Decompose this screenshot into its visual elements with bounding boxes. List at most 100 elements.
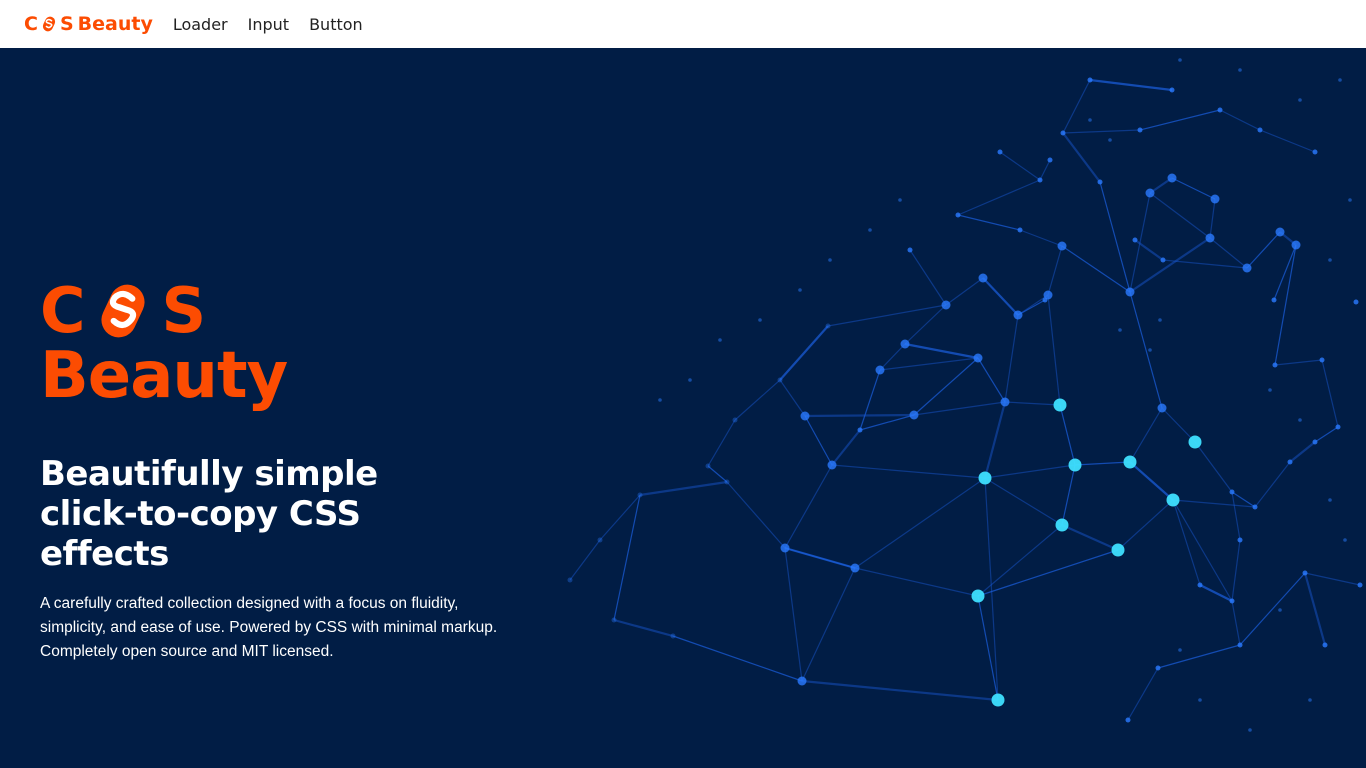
network-node [705,463,711,469]
network-dot [798,288,802,292]
network-edge [999,151,1041,181]
network-edge [913,401,1006,416]
network-node [1242,263,1252,273]
network-edge [957,179,1041,216]
network-node [825,323,831,329]
network-dot [1343,538,1347,542]
network-dot [1308,698,1312,702]
network-edge [977,357,1006,403]
network-edge [1231,539,1241,602]
network-dot [1088,118,1092,122]
network-edge [1149,192,1211,239]
network-edge [1304,572,1361,586]
network-node [1217,107,1223,113]
hero-title: Beautifully simple click-to-copy CSS eff… [40,454,500,574]
network-edge [784,546,856,570]
network-edge [801,679,999,702]
network-edge [779,379,806,417]
network-edge [1289,441,1316,463]
svelte-logo-icon [92,280,154,342]
network-edge [707,465,728,483]
network-node [724,479,730,485]
network-node [1125,717,1131,723]
network-edge [1061,523,1119,552]
network-dot [718,338,722,342]
network-node [780,543,790,553]
network-edge [1089,78,1173,92]
network-edge [879,343,906,371]
network-node [567,577,573,583]
network-node [875,365,885,375]
network-edge [1303,572,1327,646]
network-node [1197,582,1203,588]
network-edge [1074,461,1131,466]
network-node [1229,598,1235,604]
nav-link-loader[interactable]: Loader [173,15,228,34]
hero-title-line-1: Beautifully simple [40,454,378,494]
network-edge [1274,244,1297,366]
network-node [1167,173,1177,183]
network-edge [613,618,674,638]
network-dot [1148,348,1152,352]
network-edge [1004,401,1061,406]
network-node [850,563,860,573]
network-edge [879,357,979,371]
network-edge [1172,499,1201,586]
network-edge [1059,404,1076,466]
network-edge [1231,491,1241,541]
nav-link-input[interactable]: Input [248,15,289,34]
network-node [1188,435,1202,449]
network-edge [784,464,833,549]
network-edge [599,494,641,541]
hero-description: A carefully crafted collection designed … [40,595,498,660]
network-dot [1198,698,1202,702]
network-edge [1231,600,1241,646]
network-node [1037,177,1043,183]
network-edge [854,477,986,569]
network-node [797,676,807,686]
network-dot [828,258,832,262]
network-node [1013,310,1023,320]
network-node [973,353,983,363]
network-edge [1129,407,1163,463]
network-node [1057,241,1067,251]
network-node [1060,130,1066,136]
network-node [1312,439,1318,445]
network-edge [1273,244,1297,301]
network-edge [1246,231,1281,269]
network-node [1271,297,1277,303]
network-edge [859,414,915,431]
network-edge [1314,426,1339,443]
network-node [978,273,988,283]
network-node [907,247,913,253]
network-node [1210,194,1220,204]
network-node [1287,459,1293,465]
network-node [1055,518,1069,532]
svelte-logo-icon [40,15,58,33]
network-edge [1019,229,1063,247]
network-node [1123,455,1137,469]
network-node [1357,582,1363,588]
network-node [1312,149,1318,155]
network-edge [983,401,1007,479]
network-node [1068,458,1082,472]
hero-logo: C S Beauty [40,276,288,410]
network-edge [1134,239,1164,261]
network-edge [827,304,947,327]
network-dot [868,228,872,232]
network-edge [909,249,947,306]
network-edge [1321,359,1339,428]
network-edge [904,342,979,360]
nav-link-button[interactable]: Button [309,15,363,34]
network-node [1237,642,1243,648]
top-navbar: C S Beauty Loader Input Button [0,0,1366,48]
brand-home-link[interactable]: C S Beauty [24,13,153,35]
network-node [955,212,961,218]
network-node [1137,127,1143,133]
network-edge [1062,132,1101,183]
network-edge [1047,245,1063,296]
network-edge [1139,109,1221,131]
network-node [1257,127,1263,133]
network-edge [1209,237,1248,269]
network-edge [1039,159,1051,181]
